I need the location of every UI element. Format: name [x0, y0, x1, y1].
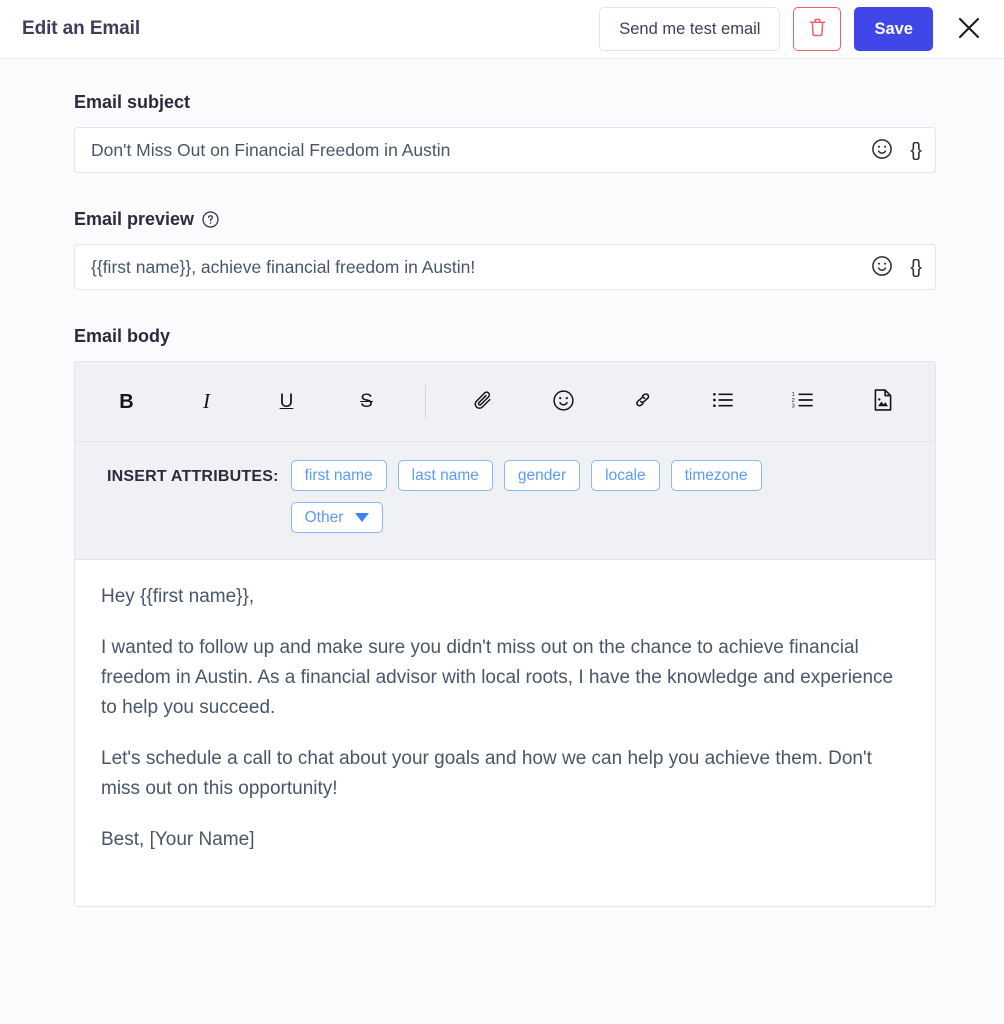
emoji-button[interactable]: [542, 380, 585, 424]
paperclip-icon: [472, 389, 495, 415]
link-icon: [631, 388, 655, 415]
bullet-list-icon: [711, 389, 735, 414]
curly-braces-icon: {}: [910, 256, 922, 278]
svg-text:3: 3: [792, 404, 795, 410]
curly-braces-icon: {}: [910, 139, 922, 161]
attribute-chip-other-dropdown[interactable]: Other: [290, 502, 384, 533]
delete-button[interactable]: [793, 7, 842, 51]
email-subject-input-icons: {}: [861, 138, 922, 163]
close-icon: [956, 15, 982, 44]
header-actions: Send me test email Save: [599, 7, 988, 51]
italic-icon: I: [203, 389, 210, 413]
underline-button[interactable]: U: [265, 380, 308, 424]
body-paragraph[interactable]: Hey {{first name}},: [101, 582, 907, 612]
italic-button[interactable]: I: [185, 380, 228, 424]
email-subject-value[interactable]: Don't Miss Out on Financial Freedom in A…: [91, 140, 861, 161]
attribute-chip-last-name[interactable]: last name: [397, 460, 493, 491]
insert-attributes-label: INSERT ATTRIBUTES:: [107, 468, 279, 485]
email-body-editor: B I U S 1 2 3 INSERT ATTRIBUTES: first n…: [74, 361, 936, 907]
merge-tag-button[interactable]: {}: [910, 139, 922, 161]
attribute-chip-gender[interactable]: gender: [503, 460, 581, 491]
attribute-chip-timezone[interactable]: timezone: [670, 460, 762, 491]
email-body-label: Email body: [74, 326, 171, 346]
bold-icon: B: [119, 390, 134, 413]
send-test-email-button[interactable]: Send me test email: [599, 7, 781, 51]
page-title: Edit an Email: [22, 18, 141, 39]
smiley-icon: [871, 255, 893, 280]
close-button[interactable]: [950, 10, 988, 48]
trash-icon: [808, 17, 827, 41]
editor-toolbar: B I U S 1 2 3: [75, 362, 935, 442]
insert-link-button[interactable]: [622, 380, 665, 424]
other-chip-label: Other: [304, 508, 344, 526]
email-subject-label: Email subject: [74, 92, 191, 112]
smiley-icon: [871, 138, 893, 163]
email-preview-value[interactable]: {{first name}}, achieve financial freedo…: [91, 257, 861, 278]
strikethrough-icon: S: [360, 391, 373, 412]
body-paragraph[interactable]: Best, [Your Name]: [101, 825, 907, 855]
dialog-content: Email subject Don't Miss Out on Financia…: [0, 59, 1004, 907]
underline-icon: U: [279, 391, 294, 412]
image-file-icon: [872, 388, 894, 415]
save-button[interactable]: Save: [854, 7, 933, 51]
bullet-list-button[interactable]: [702, 380, 745, 424]
body-paragraph[interactable]: Let's schedule a call to chat about your…: [101, 744, 907, 804]
numbered-list-icon: 1 2 3: [791, 389, 815, 414]
emoji-picker-button[interactable]: [871, 138, 893, 163]
toolbar-divider: [425, 384, 426, 419]
chevron-down-icon: [355, 513, 370, 522]
question-circle-icon[interactable]: [202, 211, 219, 228]
merge-tag-button[interactable]: {}: [910, 256, 922, 278]
dialog-header: Edit an Email Send me test email Save: [0, 0, 1004, 59]
attach-file-button[interactable]: [462, 380, 505, 424]
bold-button[interactable]: B: [105, 380, 148, 424]
email-preview-input-icons: {}: [861, 255, 922, 280]
email-subject-input[interactable]: Don't Miss Out on Financial Freedom in A…: [74, 127, 936, 173]
emoji-picker-button[interactable]: [871, 255, 893, 280]
email-body-textarea[interactable]: Hey {{first name}}, I wanted to follow u…: [75, 560, 935, 906]
smiley-icon: [552, 389, 575, 415]
strikethrough-button[interactable]: S: [345, 380, 388, 424]
insert-attributes-row: INSERT ATTRIBUTES: first name last name …: [75, 442, 935, 560]
numbered-list-button[interactable]: 1 2 3: [782, 380, 825, 424]
body-paragraph[interactable]: I wanted to follow up and make sure you …: [101, 633, 907, 723]
insert-image-button[interactable]: [862, 380, 905, 424]
email-preview-input[interactable]: {{first name}}, achieve financial freedo…: [74, 244, 936, 290]
attribute-chip-first-name[interactable]: first name: [290, 460, 387, 491]
attribute-chip-list: first name last name gender locale timez…: [290, 460, 851, 533]
attribute-chip-locale[interactable]: locale: [591, 460, 660, 491]
email-preview-label: Email preview: [74, 209, 936, 230]
